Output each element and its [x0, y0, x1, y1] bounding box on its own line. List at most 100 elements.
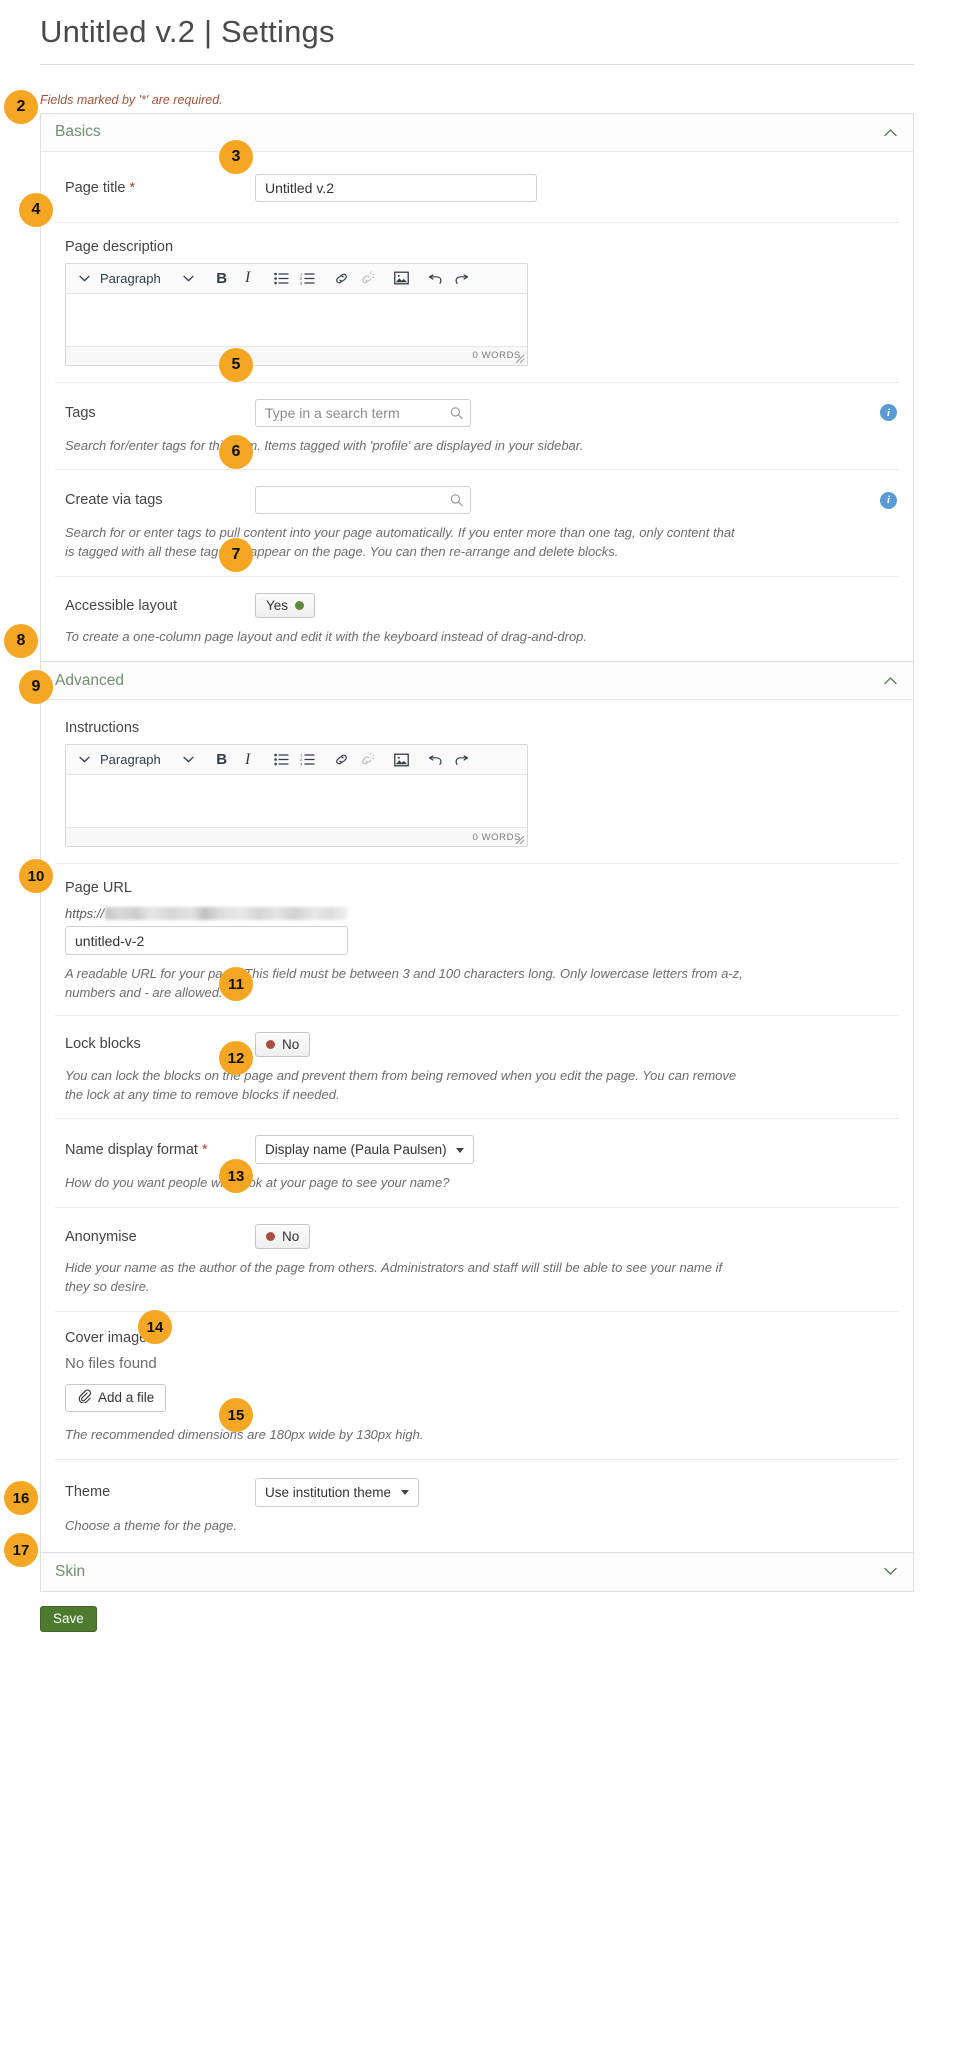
resize-handle-icon[interactable] — [515, 835, 525, 845]
lock-blocks-state: No — [282, 1036, 300, 1052]
field-create-via-tags: Create via tags i Search for or enter ta… — [55, 470, 899, 578]
tags-label: Tags — [65, 404, 96, 421]
block-format-dropdown[interactable]: Paragraph — [98, 266, 200, 290]
create-via-tags-label: Create via tags — [65, 492, 163, 509]
chevron-down-icon[interactable] — [884, 1565, 897, 1578]
theme-label: Theme — [65, 1484, 111, 1501]
italic-icon[interactable]: I — [236, 748, 260, 772]
info-icon-tags[interactable]: i — [880, 404, 897, 422]
instructions-editor: Paragraph B I 123 0 WORDS — [65, 744, 528, 848]
callout-badge-7: 7 — [219, 538, 253, 572]
form-actions: Save — [40, 1605, 954, 1632]
chevron-down-icon — [183, 756, 194, 763]
chevron-down-icon[interactable] — [72, 266, 96, 290]
cover-image-label: Cover image — [65, 1329, 148, 1346]
add-a-file-button[interactable]: Add a file — [65, 1383, 167, 1412]
create-via-tags-input[interactable] — [255, 486, 471, 515]
theme-select-wrap: Use institution theme — [255, 1477, 419, 1507]
callout-badge-9: 9 — [19, 670, 53, 704]
name-display-format-label: Name display format * — [65, 1141, 208, 1158]
instructions-label: Instructions — [65, 720, 140, 737]
callout-badge-16: 16 — [4, 1481, 38, 1515]
accessible-layout-label: Accessible layout — [65, 597, 178, 614]
page-url-protocol: https:// — [65, 906, 105, 922]
numbered-list-icon[interactable]: 123 — [296, 748, 320, 772]
image-icon[interactable] — [390, 748, 414, 772]
word-count: 0 WORDS — [472, 350, 521, 362]
panel-advanced-title: Advanced — [55, 671, 124, 689]
chevron-up-icon[interactable] — [884, 674, 897, 687]
theme-select[interactable]: Use institution theme — [255, 1477, 419, 1507]
create-via-tags-help: Search for or enter tags to pull content… — [65, 525, 735, 560]
lock-blocks-toggle[interactable]: No — [255, 1031, 311, 1057]
cover-image-empty-text: No files found — [65, 1354, 157, 1372]
page-description-textarea[interactable] — [66, 293, 527, 346]
chevron-down-icon[interactable] — [72, 748, 96, 772]
word-count: 0 WORDS — [472, 831, 521, 843]
editor-status-bar: 0 WORDS — [66, 345, 527, 365]
anonymise-toggle[interactable]: No — [255, 1224, 311, 1250]
bullet-list-icon[interactable] — [270, 266, 294, 290]
paperclip-icon — [77, 1389, 91, 1406]
page-url-redacted-host — [105, 907, 349, 921]
callout-badge-4: 4 — [19, 193, 53, 227]
svg-text:3: 3 — [300, 762, 303, 766]
page-url-help: A readable URL for your page. This field… — [65, 966, 743, 1000]
bullet-list-icon[interactable] — [270, 748, 294, 772]
toggle-indicator-icon — [295, 601, 305, 611]
unlink-icon — [356, 266, 380, 290]
panel-basics-header[interactable]: Basics — [41, 113, 913, 152]
field-tags: Tags i Search for/enter tags for this it… — [55, 383, 899, 471]
editor-toolbar: Paragraph B I 123 — [66, 745, 527, 776]
name-display-format-select[interactable]: Display name (Paula Paulsen) — [255, 1135, 474, 1165]
panel-advanced-body: Instructions Paragraph B I 1 2 3 0 WORDS… — [41, 700, 913, 1552]
name-display-format-help: How do you want people who look at your … — [65, 1175, 450, 1191]
panel-skin-title: Skin — [55, 1562, 86, 1580]
redo-icon[interactable] — [450, 748, 474, 772]
editor-status-bar: 0 WORDS — [66, 827, 527, 847]
accessible-layout-toggle[interactable]: Yes — [255, 593, 316, 619]
callout-badge-10: 10 — [19, 859, 53, 893]
tags-help: Search for/enter tags for this item. Ite… — [65, 437, 584, 453]
page-url-input[interactable] — [65, 926, 348, 956]
page-title: Untitled v.2 | Settings — [40, 14, 914, 65]
callout-badge-14: 14 — [138, 1310, 172, 1344]
bold-icon[interactable]: B — [210, 266, 234, 290]
undo-icon[interactable] — [424, 748, 448, 772]
field-page-title: Page title * — [55, 152, 899, 223]
save-button[interactable]: Save — [40, 1605, 97, 1632]
tags-search-wrap — [255, 398, 471, 427]
page-url-prefix: https:// — [55, 906, 899, 921]
anonymise-state: No — [282, 1229, 300, 1245]
link-icon[interactable] — [330, 266, 354, 290]
panel-skin-header[interactable]: Skin — [41, 1552, 913, 1591]
required-asterisk: * — [197, 1141, 208, 1158]
required-fields-note: Fields marked by '*' are required. — [40, 92, 223, 107]
chevron-up-icon[interactable] — [884, 126, 897, 139]
bold-icon[interactable]: B — [210, 748, 234, 772]
field-cover-image: Cover image No files found Add a file Th… — [55, 1312, 899, 1460]
instructions-textarea[interactable] — [66, 775, 527, 828]
callout-badge-3: 3 — [219, 140, 253, 174]
redo-icon[interactable] — [450, 266, 474, 290]
resize-handle-icon[interactable] — [515, 354, 525, 364]
numbered-list-icon[interactable]: 123 — [296, 266, 320, 290]
field-accessible-layout: Accessible layout Yes To create a one-co… — [55, 577, 899, 661]
panel-advanced-header[interactable]: Advanced — [41, 662, 913, 701]
info-icon-create-via-tags[interactable]: i — [880, 491, 897, 509]
page-title-input[interactable] — [255, 173, 537, 202]
page-description-label: Page description — [65, 238, 174, 255]
tags-input[interactable] — [255, 398, 471, 427]
image-icon[interactable] — [390, 266, 414, 290]
accessible-layout-state: Yes — [266, 598, 289, 614]
svg-text:3: 3 — [300, 280, 303, 284]
panel-basics: Basics Page title * Page description Par… — [40, 112, 914, 663]
block-format-dropdown[interactable]: Paragraph — [98, 748, 200, 772]
create-via-tags-search-wrap — [255, 486, 471, 515]
undo-icon[interactable] — [424, 266, 448, 290]
italic-icon[interactable]: I — [236, 266, 260, 290]
callout-badge-2: 2 — [4, 90, 38, 124]
unlink-icon — [356, 748, 380, 772]
block-format-label: Paragraph — [100, 270, 161, 286]
link-icon[interactable] — [330, 748, 354, 772]
